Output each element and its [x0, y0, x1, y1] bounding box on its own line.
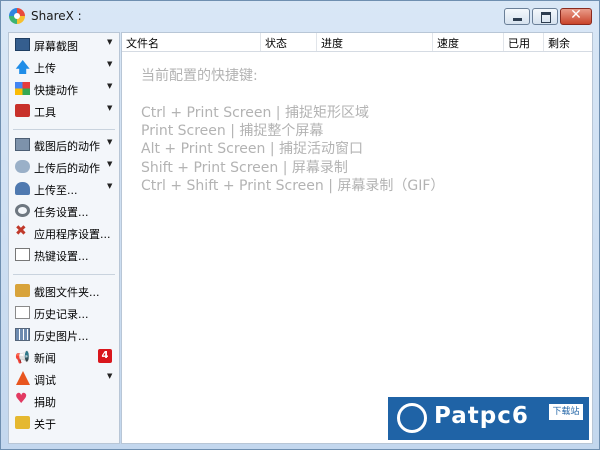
sidebar-item-label: 工具	[34, 106, 56, 119]
sharex-window: ShareX : ✕ 屏幕截图 ▼ 🡅 上传 ▼ 快捷动作 ▼ 工具 ▼ 截图后	[0, 0, 600, 450]
sidebar-item-after-upload[interactable]: 上传后的动作 ▼	[9, 156, 119, 178]
sidebar-divider	[13, 129, 115, 130]
history-icon	[15, 306, 30, 319]
minimize-button[interactable]	[504, 8, 530, 25]
column-divider[interactable]	[432, 33, 433, 51]
sidebar-item-label: 上传	[34, 62, 56, 75]
sidebar-item-history[interactable]: 历史记录...	[9, 302, 119, 324]
sidebar-item-label: 截图后的动作	[34, 140, 100, 153]
upload-destination-icon	[15, 182, 30, 195]
sidebar-item-label: 任务设置...	[34, 206, 89, 219]
gear-icon	[15, 204, 30, 217]
after-capture-icon	[15, 138, 30, 151]
sidebar-item-screenshots-folder[interactable]: 截图文件夹...	[9, 280, 119, 302]
column-filename[interactable]: 文件名	[126, 35, 159, 51]
news-megaphone-icon: 📢	[15, 350, 30, 364]
sidebar-item-label: 历史记录...	[34, 308, 89, 321]
after-upload-cloud-icon	[15, 160, 30, 173]
sidebar-item-label: 上传后的动作	[34, 162, 100, 175]
hotkey-line: Alt + Print Screen | 捕捉活动窗口	[141, 141, 363, 157]
watermark-brand: Patpc6	[434, 403, 529, 429]
column-speed[interactable]: 速度	[437, 35, 459, 51]
window-title: ShareX :	[31, 9, 82, 23]
sidebar-item-label: 热键设置...	[34, 250, 89, 263]
sidebar-item-after-capture[interactable]: 截图后的动作 ▼	[9, 134, 119, 156]
maximize-icon	[541, 12, 551, 23]
watermark-banner: Patpc6 下载站	[388, 397, 589, 440]
column-remaining[interactable]: 剩余	[548, 35, 570, 51]
sidebar-item-label: 截图文件夹...	[34, 286, 100, 299]
sharex-logo-icon	[9, 8, 25, 24]
folder-icon	[15, 284, 30, 297]
column-divider[interactable]	[316, 33, 317, 51]
title-bar[interactable]: ShareX : ✕	[1, 1, 599, 31]
task-list-header: 文件名 状态 进度 速度 已用 剩余	[122, 33, 592, 52]
sidebar-item-upload[interactable]: 🡅 上传 ▼	[9, 56, 119, 78]
sidebar-item-debug[interactable]: 调试 ▼	[9, 368, 119, 390]
minimize-icon	[513, 18, 522, 21]
news-count-badge: 4	[98, 349, 112, 363]
maximize-button[interactable]	[532, 8, 558, 25]
debug-cone-icon	[16, 371, 30, 385]
sidebar-item-workflows[interactable]: 快捷动作 ▼	[9, 78, 119, 100]
hotkey-icon	[15, 248, 30, 261]
sidebar-item-label: 新闻	[34, 352, 56, 365]
sidebar-item-task-settings[interactable]: 任务设置...	[9, 200, 119, 222]
sidebar-item-label: 历史图片...	[34, 330, 89, 343]
hotkey-line: Shift + Print Screen | 屏幕录制	[141, 160, 348, 176]
dropdown-arrow-icon: ▼	[107, 38, 113, 46]
sidebar-item-label: 关于	[34, 418, 56, 431]
close-icon: ✕	[570, 7, 582, 23]
dropdown-arrow-icon: ▼	[107, 138, 113, 146]
sidebar-item-about[interactable]: 关于	[9, 412, 119, 434]
screen-capture-icon	[15, 38, 30, 51]
hotkeys-title: 当前配置的快捷键:	[141, 68, 258, 84]
sidebar-item-app-settings[interactable]: ✖ 应用程序设置...	[9, 222, 119, 244]
watermark-tag: 下载站	[549, 404, 583, 420]
column-divider[interactable]	[260, 33, 261, 51]
dropdown-arrow-icon: ▼	[107, 160, 113, 168]
toolbox-icon	[15, 104, 30, 117]
about-crown-icon	[15, 416, 30, 429]
dropdown-arrow-icon: ▼	[107, 60, 113, 68]
sidebar-item-destinations[interactable]: 上传至... ▼	[9, 178, 119, 200]
image-history-icon	[15, 328, 30, 341]
column-status[interactable]: 状态	[265, 35, 287, 51]
sidebar-item-label: 捐助	[34, 396, 56, 409]
workflow-grid-icon	[15, 82, 30, 95]
sidebar-item-label: 上传至...	[34, 184, 78, 197]
sidebar-item-donate[interactable]: ♥ 捐助	[9, 390, 119, 412]
wrench-icon: ✖	[15, 223, 27, 239]
sidebar-item-label: 应用程序设置...	[34, 228, 111, 241]
watermark-logo-icon	[397, 403, 427, 433]
sidebar-item-label: 调试	[34, 374, 56, 387]
sidebar-item-screen-capture[interactable]: 屏幕截图 ▼	[9, 34, 119, 56]
column-elapsed[interactable]: 已用	[508, 35, 530, 51]
sidebar-divider	[13, 274, 115, 275]
dropdown-arrow-icon: ▼	[107, 372, 113, 380]
dropdown-arrow-icon: ▼	[107, 104, 113, 112]
hotkey-line: Print Screen | 捕捉整个屏幕	[141, 123, 324, 139]
upload-arrow-icon: 🡅	[15, 58, 31, 76]
sidebar-item-tools[interactable]: 工具 ▼	[9, 100, 119, 122]
sidebar-item-news[interactable]: 📢 新闻 4	[9, 346, 119, 368]
sidebar-item-image-history[interactable]: 历史图片...	[9, 324, 119, 346]
dropdown-arrow-icon: ▼	[107, 182, 113, 190]
task-list-panel[interactable]: 文件名 状态 进度 速度 已用 剩余 当前配置的快捷键: Ctrl + Prin…	[121, 32, 593, 444]
sidebar-item-label: 屏幕截图	[34, 40, 78, 53]
sidebar-menu: 屏幕截图 ▼ 🡅 上传 ▼ 快捷动作 ▼ 工具 ▼ 截图后的动作 ▼ 上传后的动…	[8, 32, 120, 444]
close-button[interactable]: ✕	[560, 7, 592, 25]
sidebar-item-label: 快捷动作	[34, 84, 78, 97]
column-progress[interactable]: 进度	[321, 35, 343, 51]
heart-icon: ♥	[15, 391, 28, 407]
sidebar-item-hotkey-settings[interactable]: 热键设置...	[9, 244, 119, 266]
hotkey-line: Ctrl + Shift + Print Screen | 屏幕录制（GIF）	[141, 178, 445, 194]
hotkey-line: Ctrl + Print Screen | 捕捉矩形区域	[141, 105, 369, 121]
dropdown-arrow-icon: ▼	[107, 82, 113, 90]
column-divider[interactable]	[543, 33, 544, 51]
column-divider[interactable]	[503, 33, 504, 51]
